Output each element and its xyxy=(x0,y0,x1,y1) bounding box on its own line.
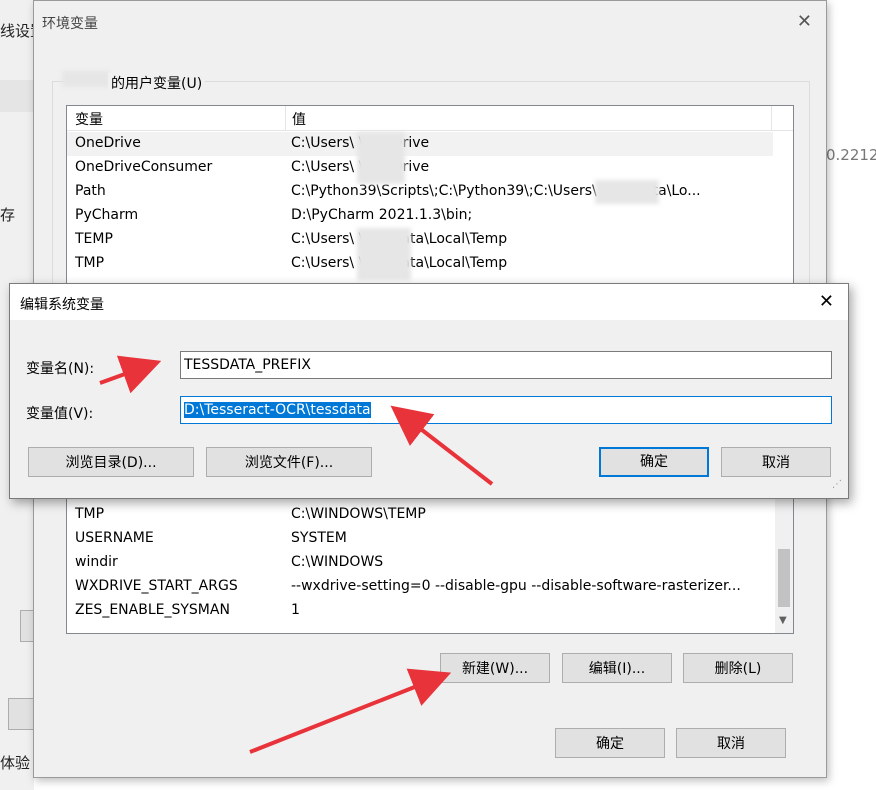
vertical-scrollbar[interactable]: ▼ xyxy=(775,489,793,633)
variable-name-label: 变量名(N): xyxy=(26,361,95,377)
cancel-button[interactable]: 取消 xyxy=(676,728,786,758)
background-version-text: 0.2212.4 xyxy=(826,146,876,164)
dialog-title: 环境变量 xyxy=(42,16,98,32)
column-header-name[interactable]: 变量 xyxy=(75,109,103,129)
edit-system-variable-dialog: 编辑系统变量 ✕ 变量名(N): TESSDATA_PREFIX 变量值(V):… xyxy=(9,283,849,499)
background-text-bottom: 体验 xyxy=(0,754,31,772)
background-panel xyxy=(0,80,34,112)
var-name: ZES_ENABLE_SYSMAN xyxy=(75,602,230,618)
redacted-username xyxy=(357,132,405,184)
table-row[interactable]: OneDriveConsumer C:\Users\ \OneDrive xyxy=(67,156,773,180)
var-name: TMP xyxy=(75,255,105,271)
var-name: WXDRIVE_START_ARGS xyxy=(75,578,238,594)
var-name: OneDrive xyxy=(75,135,141,151)
close-icon[interactable]: ✕ xyxy=(819,291,834,312)
table-row[interactable]: TMP C:\WINDOWS\TEMP xyxy=(67,503,773,527)
table-row[interactable]: PyCharm D:\PyCharm 2021.1.3\bin; xyxy=(67,204,773,228)
ok-button[interactable]: 确定 xyxy=(555,728,665,758)
redacted-username xyxy=(595,180,659,204)
var-name: Path xyxy=(75,183,106,199)
close-icon[interactable]: ✕ xyxy=(797,11,812,32)
edit-button[interactable]: 编辑(I)... xyxy=(562,653,672,683)
ok-button[interactable]: 确定 xyxy=(599,447,709,477)
delete-button[interactable]: 删除(L) xyxy=(683,653,793,683)
background-button-2 xyxy=(8,698,36,730)
var-value: D:\PyCharm 2021.1.3\bin; xyxy=(291,207,473,223)
user-vars-label: 的用户变量(U) xyxy=(108,73,206,93)
var-name: windir xyxy=(75,554,118,570)
var-value: SYSTEM xyxy=(291,530,347,546)
variable-value-label: 变量值(V): xyxy=(26,406,94,422)
var-value: C:\WINDOWS\TEMP xyxy=(291,506,426,522)
var-name: TEMP xyxy=(75,231,113,247)
selected-value-text: D:\Tesseract-OCR\tessdata xyxy=(184,402,371,418)
table-row[interactable]: windir C:\WINDOWS xyxy=(67,551,773,575)
list-header: 变量 值 xyxy=(67,106,793,131)
redacted-username xyxy=(357,228,411,280)
table-row[interactable]: OneDrive C:\Users\ \OneDrive xyxy=(67,132,773,156)
variable-name-field[interactable]: TESSDATA_PREFIX xyxy=(180,351,832,379)
browse-file-button[interactable]: 浏览文件(F)... xyxy=(206,447,372,477)
var-name: TMP xyxy=(75,506,105,522)
variable-value-field[interactable]: D:\Tesseract-OCR\tessdata xyxy=(180,396,832,424)
var-value: --wxdrive-setting=0 --disable-gpu --disa… xyxy=(291,578,741,594)
var-name: PyCharm xyxy=(75,207,139,223)
var-name: OneDriveConsumer xyxy=(75,159,213,175)
system-vars-list[interactable]: TMP C:\WINDOWS\TEMP USERNAME SYSTEM wind… xyxy=(66,489,794,634)
cancel-button[interactable]: 取消 xyxy=(721,447,831,477)
var-name: USERNAME xyxy=(75,530,154,546)
table-row[interactable]: TEMP C:\Users\ \AppData\Local\Temp xyxy=(67,228,773,252)
new-button[interactable]: 新建(W)... xyxy=(440,653,550,683)
table-row[interactable]: WXDRIVE_START_ARGS --wxdrive-setting=0 -… xyxy=(67,575,773,599)
scrollbar-thumb[interactable] xyxy=(778,549,790,607)
table-row[interactable]: USERNAME SYSTEM xyxy=(67,527,773,551)
table-row[interactable]: ZES_ENABLE_SYSMAN 1 xyxy=(67,599,773,623)
var-value: C:\WINDOWS xyxy=(291,554,384,570)
user-vars-list[interactable]: 变量 值 OneDrive C:\Users\ \OneDrive OneDri… xyxy=(66,105,794,287)
dialog-title: 编辑系统变量 xyxy=(20,297,104,313)
background-text-mid: 存 xyxy=(0,206,16,224)
chevron-down-icon[interactable]: ▼ xyxy=(779,615,787,626)
var-value: 1 xyxy=(291,602,300,618)
browse-directory-button[interactable]: 浏览目录(D)... xyxy=(28,447,194,477)
table-row[interactable]: Path C:\Python39\Scripts\;C:\Python39\;C… xyxy=(67,180,773,204)
resize-grip-icon[interactable]: ⋰ xyxy=(832,480,846,496)
column-header-value[interactable]: 值 xyxy=(292,109,306,129)
table-row[interactable]: TMP C:\Users\ \AppData\Local\Temp xyxy=(67,252,773,276)
redacted-username xyxy=(62,71,110,87)
title-bar: 编辑系统变量 ✕ xyxy=(10,284,848,320)
